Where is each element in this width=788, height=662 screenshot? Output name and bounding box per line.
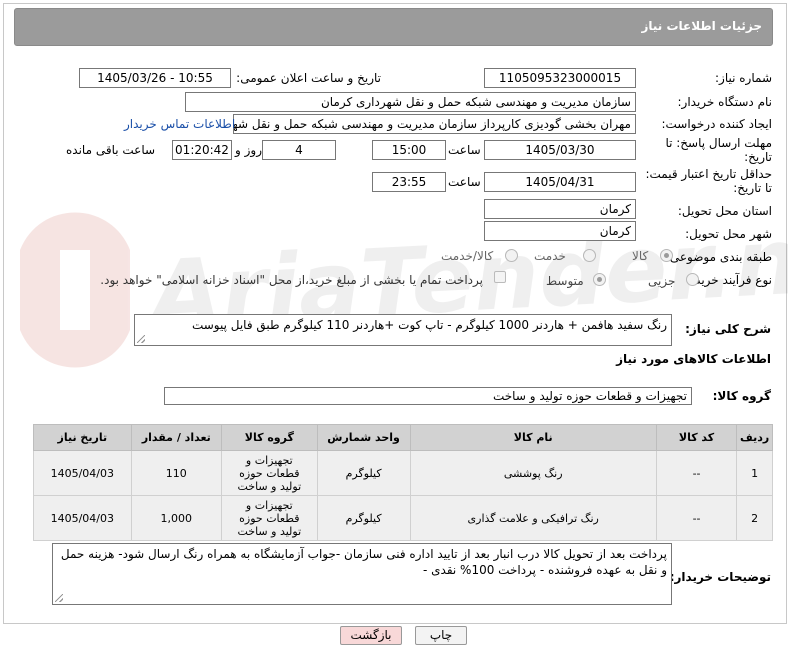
cell-unit: کیلوگرم <box>316 450 411 496</box>
validity-time-field[interactable]: 23:55 <box>372 172 446 192</box>
cell-date: 1405/04/03 <box>33 495 132 541</box>
validity-time-label: ساعت <box>448 175 481 189</box>
process-type-label: نوع فرآیند خرید : <box>687 273 772 287</box>
need-description-text: رنگ سفید هافمن + هاردنر 1000 کیلوگرم - ت… <box>191 318 667 332</box>
goods-section-title: اطلاعات کالاهای مورد نیاز <box>616 352 771 366</box>
validity-date-field[interactable]: 1405/04/31 <box>484 172 636 192</box>
validity-label: حداقل تاریخ اعتبار قیمت: تا تاریخ: <box>645 167 772 195</box>
process-radio-medium[interactable] <box>593 273 606 286</box>
resize-grip-icon[interactable] <box>137 335 145 343</box>
resize-grip-icon[interactable] <box>55 594 63 602</box>
column-header-name: نام کالا <box>409 424 657 451</box>
table-header-row: ردیف کد کالا نام کالا واحد شمارش گروه کا… <box>33 424 773 451</box>
time-remaining-label: ساعت باقی مانده <box>66 143 156 157</box>
deadline-date-field[interactable]: 1405/03/30 <box>484 140 636 160</box>
column-header-code: کد کالا <box>655 424 738 451</box>
column-header-group: گروه کالا <box>221 424 318 451</box>
cell-code: -- <box>655 495 738 541</box>
cell-row-number: 2 <box>736 495 773 541</box>
goods-group-label: گروه کالا: <box>712 389 771 403</box>
category-radio-service[interactable] <box>583 249 596 262</box>
cell-code: -- <box>655 450 738 496</box>
process-radio-minor[interactable] <box>686 273 699 286</box>
cell-unit: کیلوگرم <box>316 495 411 541</box>
deadline-time-field[interactable]: 15:00 <box>372 140 446 160</box>
days-label: روز و <box>235 143 262 157</box>
goods-table: ردیف کد کالا نام کالا واحد شمارش گروه کا… <box>33 424 773 541</box>
column-header-date: تاریخ نیاز <box>33 424 132 451</box>
buyer-notes-textarea[interactable]: پرداخت بعد از تحویل کالا درب انبار بعد ا… <box>52 543 672 605</box>
buyer-notes-label: توضیحات خریدار: <box>669 570 771 584</box>
province-field[interactable]: کرمان <box>484 199 636 219</box>
deadline-time-label: ساعت <box>448 143 481 157</box>
requester-field[interactable]: مهران بخشی گودیزی کارپرداز سازمان مدیریت… <box>233 114 636 134</box>
category-option-service: خدمت <box>534 249 566 263</box>
announce-datetime-label: تاریخ و ساعت اعلان عمومی: <box>236 71 381 85</box>
column-header-quantity: تعداد / مقدار <box>130 424 223 451</box>
need-number-field[interactable]: 1105095323000015 <box>484 68 636 88</box>
page-header: جزئیات اطلاعات نیاز <box>14 8 773 46</box>
buyer-notes-text: پرداخت بعد از تحویل کالا درب انبار بعد ا… <box>60 547 667 577</box>
category-option-goods: کالا <box>632 249 649 263</box>
days-remaining-field[interactable]: 4 <box>262 140 336 160</box>
buyer-org-field[interactable]: سازمان مدیریت و مهندسی شبکه حمل و نقل شه… <box>185 92 636 112</box>
cell-group: تجهیزات و قطعات حوزه تولید و ساخت <box>221 450 318 496</box>
category-label: طبقه بندی موضوعی: <box>665 250 772 264</box>
category-radio-both[interactable] <box>505 249 518 262</box>
cell-group: تجهیزات و قطعات حوزه تولید و ساخت <box>221 495 318 541</box>
deadline-label-line2: تاریخ: <box>744 150 772 164</box>
cell-name: رنگ ترافیکی و علامت گذاری <box>409 495 657 541</box>
goods-group-field[interactable]: تجهیزات و قطعات حوزه تولید و ساخت <box>164 387 692 405</box>
announce-datetime-field[interactable]: 1405/03/26 - 10:55 <box>79 68 231 88</box>
city-label: شهر محل تحویل: <box>685 227 772 241</box>
back-button[interactable]: بازگشت <box>340 626 402 645</box>
treasury-payment-note: پرداخت تمام یا بخشی از مبلغ خرید،از محل … <box>100 273 483 287</box>
time-remaining-field[interactable]: 01:20:42 <box>172 140 232 160</box>
city-field[interactable]: کرمان <box>484 221 636 241</box>
cell-row-number: 1 <box>736 450 773 496</box>
cell-name: رنگ پوششی <box>409 450 657 496</box>
buyer-org-label: نام دستگاه خریدار: <box>677 95 773 109</box>
need-description-label: شرح کلی نیاز: <box>685 322 771 336</box>
process-option-medium: متوسط <box>546 274 584 288</box>
cell-date: 1405/04/03 <box>33 450 132 496</box>
province-label: استان محل تحویل: <box>677 204 772 218</box>
deadline-label: مهلت ارسال پاسخ: تا تاریخ: <box>665 136 772 164</box>
category-radio-goods[interactable] <box>660 249 673 262</box>
need-description-textarea[interactable]: رنگ سفید هافمن + هاردنر 1000 کیلوگرم - ت… <box>134 314 672 346</box>
deadline-label-line1: مهلت ارسال پاسخ: تا <box>665 136 772 150</box>
contact-buyer-link[interactable]: اطلاعات تماس خریدار <box>124 117 235 131</box>
cell-quantity: 110 <box>130 450 223 496</box>
validity-label-line1: حداقل تاریخ اعتبار قیمت: <box>645 167 772 181</box>
validity-label-line2: تا تاریخ: <box>733 181 772 195</box>
page-title: جزئیات اطلاعات نیاز <box>641 19 762 33</box>
print-button[interactable]: چاپ <box>415 626 467 645</box>
requester-label: ایجاد کننده درخواست: <box>661 117 772 131</box>
treasury-payment-checkbox[interactable] <box>494 271 506 283</box>
table-row[interactable]: 2 -- رنگ ترافیکی و علامت گذاری کیلوگرم ت… <box>33 495 773 541</box>
cell-quantity: 1,000 <box>130 495 223 541</box>
column-header-unit: واحد شمارش <box>316 424 411 451</box>
process-option-minor: جزیی <box>648 274 676 288</box>
column-header-row-number: ردیف <box>736 424 773 451</box>
table-row[interactable]: 1 -- رنگ پوششی کیلوگرم تجهیزات و قطعات ح… <box>33 450 773 496</box>
need-number-label: شماره نیاز: <box>715 71 772 85</box>
category-option-both: کالا/خدمت <box>441 249 494 263</box>
